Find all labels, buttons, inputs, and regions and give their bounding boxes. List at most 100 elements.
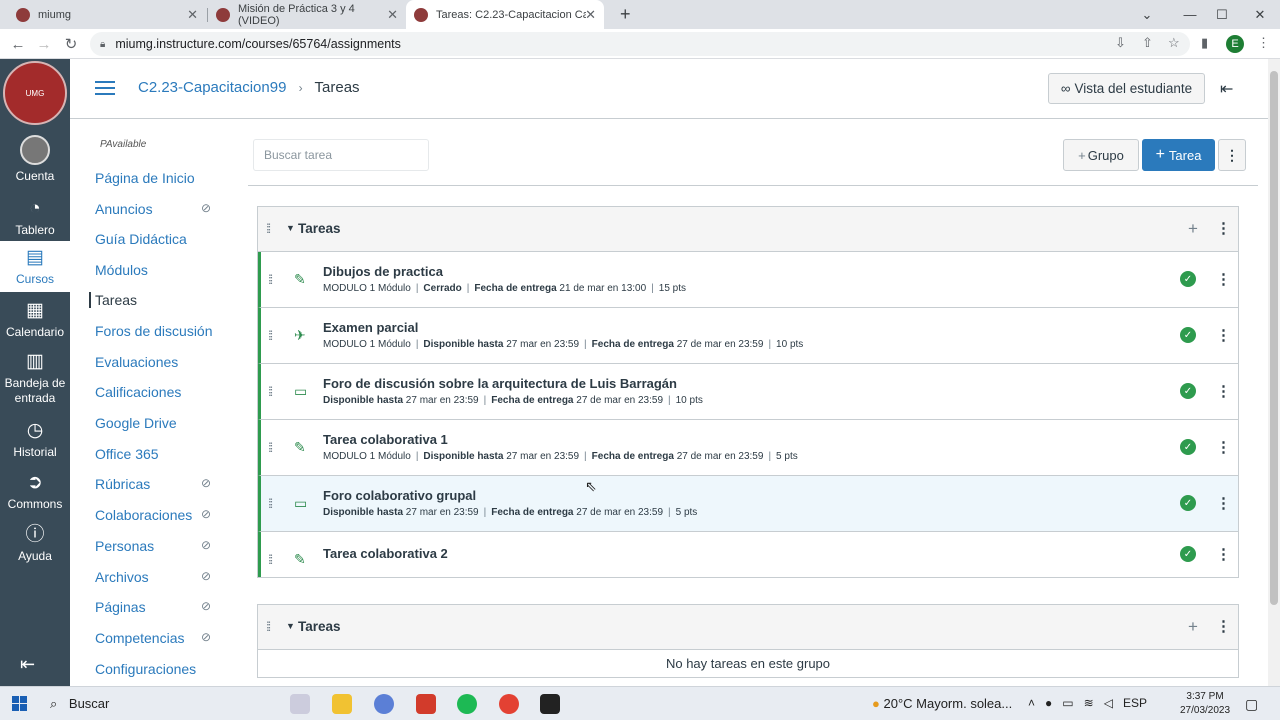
add-to-group-icon[interactable]: +: [1188, 219, 1198, 239]
caret-down-icon[interactable]: ▼: [286, 621, 295, 631]
tab-search-icon[interactable]: ⌄: [1132, 0, 1162, 29]
nav-dashboard[interactable]: ◔ Tablero: [0, 197, 70, 237]
course-nav-collaborations[interactable]: Colaboraciones: [95, 507, 192, 523]
close-tab-icon[interactable]: ✕: [585, 7, 596, 23]
spotify-icon[interactable]: [457, 694, 477, 714]
published-check-icon[interactable]: ✓: [1180, 495, 1196, 511]
nav-history[interactable]: ◷ Historial: [0, 419, 70, 459]
nav-courses[interactable]: ▤ Cursos: [0, 241, 70, 292]
wps-office-icon[interactable]: [416, 694, 436, 714]
browser-tab[interactable]: Misión de Práctica 3 y 4 (VIDEO) ✕: [208, 0, 406, 29]
nav-commons[interactable]: ➲ Commons: [0, 471, 70, 511]
weather-widget[interactable]: ● 20°C Mayorm. solea...: [872, 696, 1012, 711]
course-nav-outcomes[interactable]: Competencias: [95, 630, 185, 646]
notifications-icon[interactable]: ▢: [1245, 696, 1258, 713]
collapse-right-icon[interactable]: ⇤: [1220, 79, 1233, 99]
more-options-button[interactable]: ⋮: [1218, 139, 1246, 171]
assignment-row[interactable]: ⁞⁞ ✈ Examen parcial MODULO 1 Módulo | Disponi…: [258, 308, 1238, 364]
app-icon[interactable]: [374, 694, 394, 714]
assignment-row[interactable]: ⁞⁞ ▭ Foro colaborativo grupal Disponible ha…: [258, 476, 1238, 532]
assignment-group-header[interactable]: ⁞⁞ ▼ Tareas + ⋮: [258, 207, 1238, 252]
share-icon[interactable]: ⇧: [1142, 35, 1153, 51]
student-view-button[interactable]: ∞ Vista del estudiante: [1048, 73, 1205, 104]
browser-menu-icon[interactable]: ⋮: [1257, 35, 1270, 51]
bookmark-star-icon[interactable]: ☆: [1168, 35, 1180, 51]
page-scrollbar[interactable]: [1268, 59, 1280, 686]
minimize-icon[interactable]: —: [1175, 0, 1205, 29]
course-nav-announcements[interactable]: Anuncios: [95, 201, 153, 217]
drag-handle-icon[interactable]: ⁞⁞: [266, 221, 271, 236]
language-indicator[interactable]: ESP: [1123, 696, 1147, 710]
assignment-title-link[interactable]: Foro de discusión sobre la arquitectura …: [323, 376, 677, 391]
back-icon[interactable]: ←: [8, 34, 28, 54]
close-tab-icon[interactable]: ✕: [187, 7, 198, 23]
drag-handle-icon[interactable]: ⁞⁞: [268, 552, 273, 567]
published-check-icon[interactable]: ✓: [1180, 439, 1196, 455]
install-icon[interactable]: ⇩: [1115, 35, 1126, 51]
course-nav-office365[interactable]: Office 365: [95, 446, 159, 462]
collapse-nav-icon[interactable]: ⇤: [20, 654, 35, 675]
assignment-options-icon[interactable]: ⋮: [1216, 545, 1231, 563]
course-nav-discussions[interactable]: Foros de discusión: [95, 323, 213, 339]
assignment-options-icon[interactable]: ⋮: [1216, 270, 1231, 288]
assignment-title-link[interactable]: Tarea colaborativa 1: [323, 432, 448, 447]
drag-handle-icon[interactable]: ⁞⁞: [268, 384, 273, 399]
course-nav-assignments[interactable]: Tareas: [89, 292, 137, 308]
system-tray[interactable]: ˄ ● ▭ ≋ ◁ ESP: [1028, 696, 1147, 710]
assignment-title-link[interactable]: Tarea colaborativa 2: [323, 546, 448, 561]
assignment-group-header[interactable]: ⁞⁞ ▼ Tareas + ⋮: [258, 605, 1238, 650]
assignment-options-icon[interactable]: ⋮: [1216, 326, 1231, 344]
course-nav-quizzes[interactable]: Evaluaciones: [95, 354, 178, 370]
clock[interactable]: 3:37 PM 27/03/2023: [1180, 690, 1230, 718]
profile-avatar[interactable]: E: [1226, 35, 1244, 53]
drag-handle-icon[interactable]: ⁞⁞: [268, 440, 273, 455]
course-nav-modules[interactable]: Módulos: [95, 262, 148, 278]
sidepanel-icon[interactable]: ▮: [1201, 35, 1208, 51]
assignment-options-icon[interactable]: ⋮: [1216, 382, 1231, 400]
nav-account[interactable]: Cuenta: [0, 135, 70, 183]
course-nav-pages[interactable]: Páginas: [95, 599, 146, 615]
hamburger-menu-icon[interactable]: [95, 81, 115, 95]
search-assignment-input[interactable]: Buscar tarea: [253, 139, 429, 171]
assignment-options-icon[interactable]: ⋮: [1216, 438, 1231, 456]
assignment-title-link[interactable]: Examen parcial: [323, 320, 418, 335]
published-check-icon[interactable]: ✓: [1180, 327, 1196, 343]
new-tab-icon[interactable]: +: [612, 0, 636, 29]
published-check-icon[interactable]: ✓: [1180, 271, 1196, 287]
drag-handle-icon[interactable]: ⁞⁞: [266, 619, 271, 634]
published-check-icon[interactable]: ✓: [1180, 383, 1196, 399]
browser-tab-active[interactable]: Tareas: C2.23-Capacitacion Canv ✕: [406, 0, 604, 29]
published-check-icon[interactable]: ✓: [1180, 546, 1196, 562]
close-tab-icon[interactable]: ✕: [387, 7, 398, 23]
nav-help[interactable]: ⓘ Ayuda: [0, 523, 70, 563]
close-window-icon[interactable]: ✕: [1245, 0, 1275, 29]
group-options-icon[interactable]: ⋮: [1216, 617, 1231, 635]
course-nav-files[interactable]: Archivos: [95, 569, 149, 585]
course-nav-syllabus[interactable]: Guía Didáctica: [95, 231, 187, 247]
maximize-icon[interactable]: ☐: [1207, 0, 1237, 29]
chevron-up-icon[interactable]: ˄: [1028, 696, 1035, 710]
nav-calendar[interactable]: ▦ Calendario: [0, 299, 70, 339]
url-input[interactable]: 🔒︎ miumg.instructure.com/courses/65764/a…: [90, 32, 1190, 56]
file-explorer-icon[interactable]: [332, 694, 352, 714]
breadcrumb-course-link[interactable]: C2.23-Capacitacion99: [138, 79, 286, 96]
add-assignment-button[interactable]: + Tarea: [1142, 139, 1215, 171]
course-nav-people[interactable]: Personas: [95, 538, 154, 554]
assignment-options-icon[interactable]: ⋮: [1216, 494, 1231, 512]
chrome-icon[interactable]: [499, 694, 519, 714]
drag-handle-icon[interactable]: ⁞⁞: [268, 272, 273, 287]
task-view-icon[interactable]: [290, 694, 310, 714]
reload-icon[interactable]: ↻: [61, 34, 81, 54]
drag-handle-icon[interactable]: ⁞⁞: [268, 496, 273, 511]
nvidia-icon[interactable]: [540, 694, 560, 714]
course-nav-rubrics[interactable]: Rúbricas: [95, 476, 150, 492]
assignment-title-link[interactable]: Foro colaborativo grupal: [323, 488, 476, 503]
add-to-group-icon[interactable]: +: [1188, 617, 1198, 637]
windows-start-icon[interactable]: [12, 696, 28, 712]
assignment-row[interactable]: ⁞⁞ ✎ Tarea colaborativa 1 MODULO 1 Módulo | D…: [258, 420, 1238, 476]
course-nav-google-drive[interactable]: Google Drive: [95, 415, 177, 431]
university-logo[interactable]: UMG: [3, 61, 67, 125]
assignment-title-link[interactable]: Dibujos de practica: [323, 264, 443, 279]
group-options-icon[interactable]: ⋮: [1216, 219, 1231, 237]
drag-handle-icon[interactable]: ⁞⁞: [268, 328, 273, 343]
